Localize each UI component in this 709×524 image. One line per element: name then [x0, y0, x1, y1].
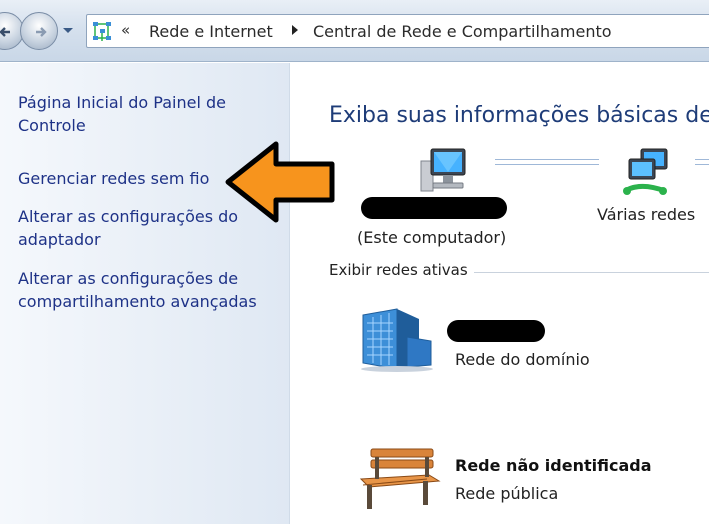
- address-bar: « Rede e Internet Central de Rede e Comp…: [0, 0, 709, 62]
- this-computer-label: (Este computador): [357, 228, 507, 247]
- active-networks-heading: Exibir redes ativas: [329, 261, 474, 279]
- redacted-domain-name: [447, 320, 545, 342]
- domain-network-type: Rede do domínio: [455, 350, 590, 369]
- address-box[interactable]: « Rede e Internet Central de Rede e Comp…: [86, 14, 709, 48]
- forward-arrow-icon: [36, 27, 47, 37]
- navigation-pane: Página Inicial do Painel de Controle Ger…: [0, 63, 290, 524]
- multiple-networks-icon: [623, 148, 668, 195]
- breadcrumb-rede-internet[interactable]: Rede e Internet: [149, 22, 273, 41]
- main-content: Exiba suas informações básicas de Várias…: [291, 63, 709, 524]
- link-control-panel-home[interactable]: Página Inicial do Painel de Controle: [18, 91, 280, 137]
- breadcrumb-central-rede[interactable]: Central de Rede e Compartilhamento: [313, 22, 612, 41]
- page-title: Exiba suas informações básicas de: [329, 103, 709, 128]
- network-center-icon: [93, 22, 111, 41]
- unidentified-network-name: Rede não identificada: [455, 456, 652, 475]
- public-network-type: Rede pública: [455, 484, 559, 503]
- recent-pages-dropdown-icon[interactable]: [62, 27, 74, 35]
- forward-button[interactable]: [20, 12, 58, 50]
- connection-line: [495, 159, 599, 165]
- multiple-networks-label: Várias redes: [597, 205, 696, 224]
- breadcrumb-overflow-button[interactable]: «: [121, 21, 130, 39]
- connection-line: [695, 159, 709, 165]
- redacted-computer-name: [361, 197, 507, 219]
- computer-icon: [420, 148, 466, 192]
- bench-icon: [359, 448, 441, 509]
- back-arrow-icon: [0, 27, 10, 37]
- link-change-advanced-sharing-settings[interactable]: Alterar as configurações de compartilham…: [18, 267, 280, 313]
- annotation-arrow-icon: [225, 141, 335, 223]
- breadcrumb-separator-icon[interactable]: [290, 24, 300, 36]
- building-icon: [361, 308, 433, 372]
